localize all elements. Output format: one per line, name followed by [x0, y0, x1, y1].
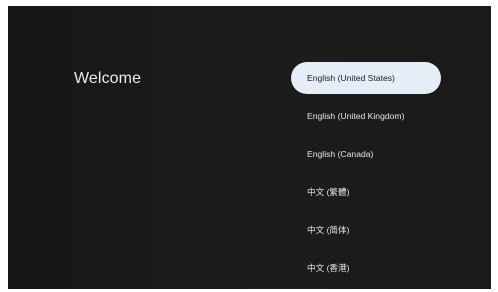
setup-screen: Welcome English (United States) English … — [8, 6, 491, 289]
language-option-en-gb[interactable]: English (United Kingdom) — [291, 100, 441, 132]
language-list: English (United States) English (United … — [291, 62, 441, 289]
language-option-zh-tw[interactable]: 中文 (繁體) — [291, 176, 441, 208]
language-option-zh-cn[interactable]: 中文 (简体) — [291, 214, 441, 246]
language-option-zh-hk[interactable]: 中文 (香港) — [291, 252, 441, 284]
language-option-en-ca[interactable]: English (Canada) — [291, 138, 441, 170]
language-option-en-us[interactable]: English (United States) — [291, 62, 441, 94]
page-title: Welcome — [74, 70, 142, 87]
